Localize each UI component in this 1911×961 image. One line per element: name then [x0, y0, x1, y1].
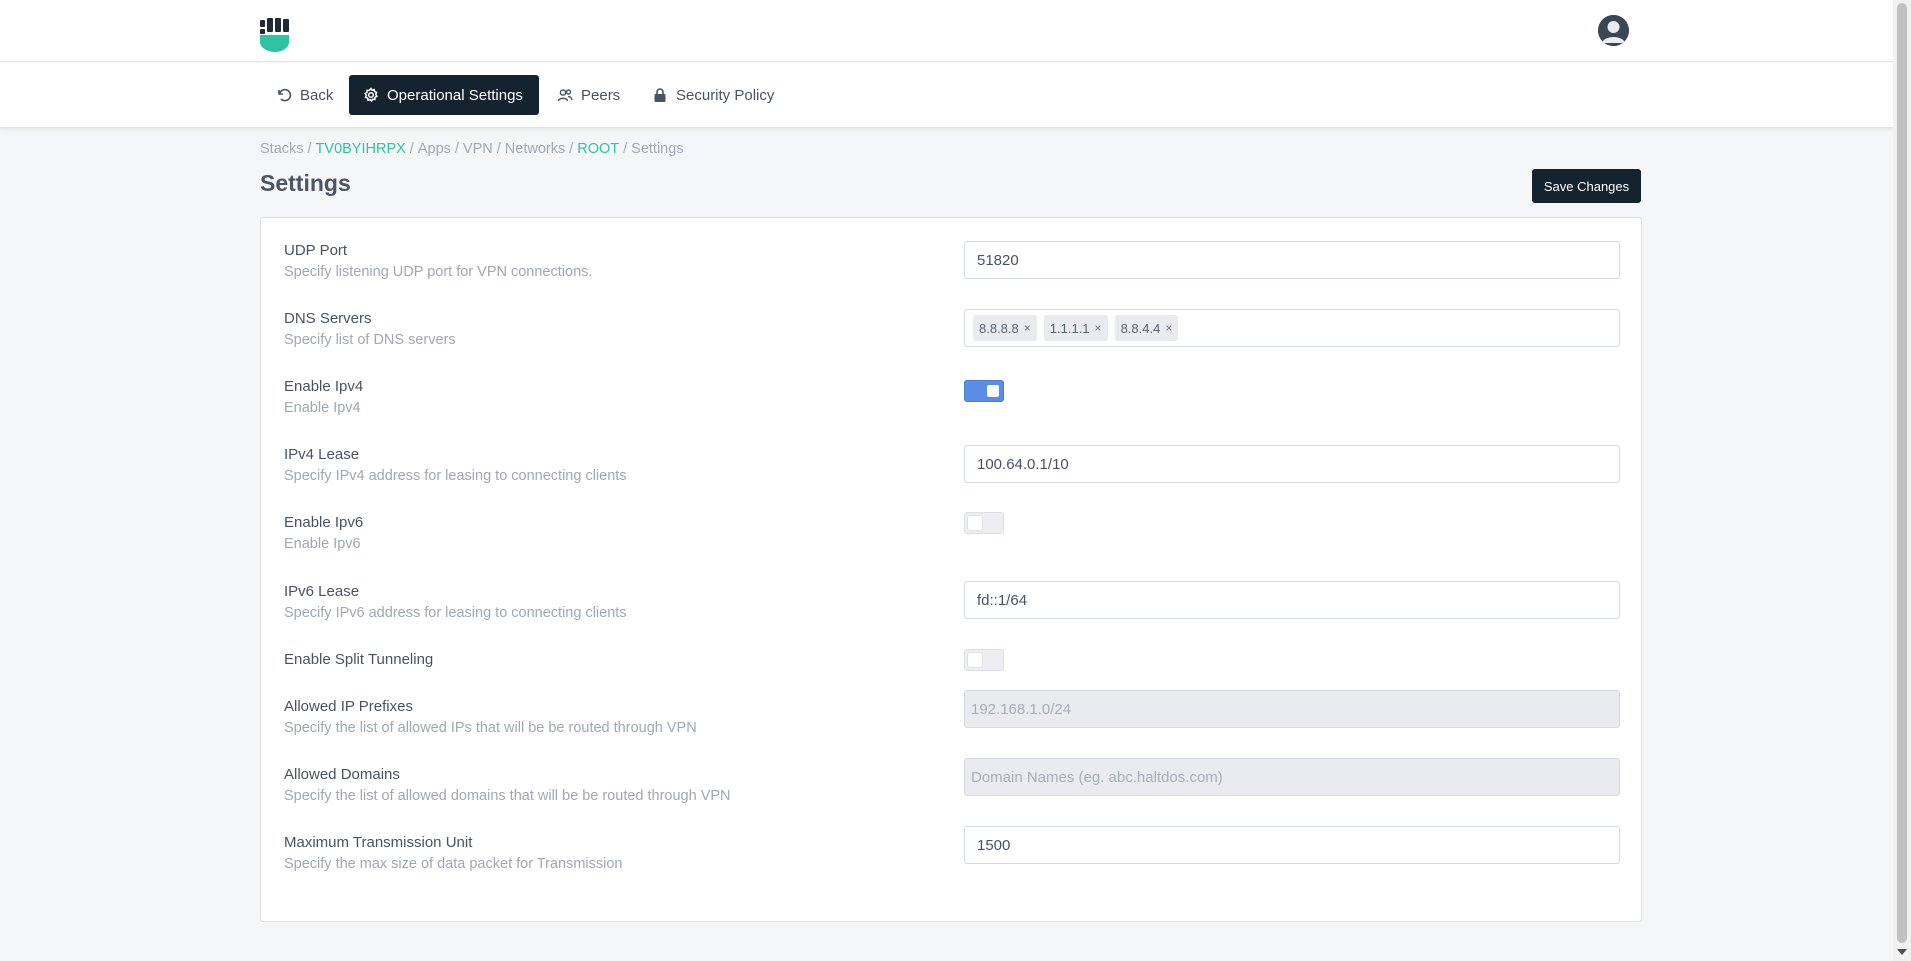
- logo-icon[interactable]: [260, 18, 290, 52]
- dns-tag: 1.1.1.1 ×: [1043, 315, 1108, 341]
- back-button[interactable]: Back: [262, 75, 347, 115]
- mtu-desc: Specify the max size of data packet for …: [284, 856, 623, 872]
- allowed-ip-prefixes-label: Allowed IP Prefixes: [284, 698, 413, 715]
- enable-ipv6-toggle[interactable]: [964, 512, 1004, 534]
- setting-enable-ipv4: Enable Ipv4 Enable Ipv4: [284, 378, 1620, 434]
- ipv6-lease-desc: Specify IPv6 address for leasing to conn…: [284, 605, 627, 621]
- ipv6-lease-input[interactable]: fd::1/64: [964, 581, 1620, 619]
- split-tunneling-toggle[interactable]: [964, 649, 1004, 671]
- enable-ipv4-toggle[interactable]: [964, 380, 1004, 402]
- scrollbar-thumb[interactable]: [1897, 3, 1907, 943]
- setting-ipv6-lease: IPv6 Lease Specify IPv6 address for leas…: [284, 581, 1620, 639]
- breadcrumb-settings: Settings: [631, 141, 684, 157]
- setting-allowed-ip-prefixes: Allowed IP Prefixes Specify the list of …: [284, 690, 1620, 754]
- remove-tag-icon[interactable]: ×: [1024, 321, 1031, 335]
- ipv6-lease-label: IPv6 Lease: [284, 583, 360, 600]
- setting-udp-port: UDP Port Specify listening UDP port for …: [284, 241, 1620, 298]
- dns-tag-value: 1.1.1.1: [1049, 320, 1090, 336]
- setting-enable-ipv6: Enable Ipv6 Enable Ipv6: [284, 512, 1620, 570]
- tab-security-policy-label: Security Policy: [676, 86, 775, 104]
- ipv4-lease-label: IPv4 Lease: [284, 446, 360, 463]
- ipv4-lease-desc: Specify IPv4 address for leasing to conn…: [284, 468, 627, 484]
- tab-operational-settings[interactable]: Operational Settings: [349, 75, 539, 115]
- mtu-label: Maximum Transmission Unit: [284, 834, 473, 851]
- udp-port-input[interactable]: 51820: [964, 241, 1620, 279]
- lock-icon: [654, 88, 666, 102]
- undo-icon: [278, 88, 292, 102]
- toggle-knob: [968, 516, 982, 530]
- top-header: [0, 0, 1893, 62]
- enable-ipv4-desc: Enable Ipv4: [284, 400, 361, 416]
- dns-servers-tag-input[interactable]: 8.8.8.8 × 1.1.1.1 × 8.8.4.4 ×: [964, 309, 1620, 347]
- enable-ipv4-label: Enable Ipv4: [284, 378, 364, 395]
- allowed-domains-desc: Specify the list of allowed domains that…: [284, 788, 731, 804]
- tab-operational-settings-label: Operational Settings: [387, 86, 523, 104]
- scroll-down-arrow-icon[interactable]: [1897, 949, 1907, 955]
- toggle-knob: [968, 653, 982, 667]
- dns-tag: 8.8.4.4 ×: [1114, 315, 1179, 341]
- setting-split-tunneling: Enable Split Tunneling: [284, 649, 1620, 681]
- breadcrumb-networks[interactable]: Networks: [505, 141, 565, 157]
- tab-peers-label: Peers: [581, 86, 621, 104]
- split-tunneling-label: Enable Split Tunneling: [284, 651, 434, 668]
- settings-card: UDP Port Specify listening UDP port for …: [260, 217, 1642, 922]
- allowed-ip-prefixes-desc: Specify the list of allowed IPs that wil…: [284, 720, 697, 736]
- ipv4-lease-input[interactable]: 100.64.0.1/10: [964, 445, 1620, 483]
- enable-ipv6-label: Enable Ipv6: [284, 514, 364, 531]
- dns-tag: 8.8.8.8 ×: [973, 315, 1037, 341]
- setting-dns-servers: DNS Servers Specify list of DNS servers …: [284, 309, 1620, 366]
- back-label: Back: [300, 86, 334, 104]
- dns-servers-desc: Specify list of DNS servers: [284, 332, 456, 348]
- user-avatar-icon: [1598, 15, 1629, 46]
- remove-tag-icon[interactable]: ×: [1095, 321, 1102, 335]
- udp-port-label: UDP Port: [284, 242, 348, 259]
- users-icon: [557, 89, 573, 102]
- allowed-ip-prefixes-input[interactable]: 192.168.1.0/24: [964, 690, 1620, 728]
- breadcrumb-stack-id[interactable]: TV0BYIHRPX: [316, 141, 406, 157]
- user-avatar[interactable]: [1598, 15, 1629, 46]
- section-nav: Back Operational Settings Peers Security…: [0, 63, 1893, 128]
- breadcrumb-vpn[interactable]: VPN: [463, 141, 493, 157]
- dns-tag-value: 8.8.8.8: [979, 320, 1019, 336]
- dns-servers-label: DNS Servers: [284, 310, 372, 327]
- breadcrumb: Stacks / TV0BYIHRPX / Apps / VPN / Networks / ROOT…: [260, 141, 684, 157]
- breadcrumb-apps[interactable]: Apps: [418, 141, 451, 157]
- setting-ipv4-lease: IPv4 Lease Specify IPv4 address for leas…: [284, 445, 1620, 502]
- page-title: Settings: [260, 170, 351, 196]
- save-changes-button[interactable]: Save Changes: [1532, 169, 1641, 203]
- allowed-domains-label: Allowed Domains: [284, 766, 400, 783]
- udp-port-desc: Specify listening UDP port for VPN conne…: [284, 264, 593, 280]
- tab-security-policy[interactable]: Security Policy: [638, 75, 788, 115]
- setting-mtu: Maximum Transmission Unit Specify the ma…: [284, 826, 1620, 890]
- mtu-input[interactable]: 1500: [964, 826, 1620, 864]
- gear-icon: [364, 87, 378, 103]
- remove-tag-icon[interactable]: ×: [1165, 321, 1172, 335]
- setting-allowed-domains: Allowed Domains Specify the list of allo…: [284, 758, 1620, 822]
- tab-peers[interactable]: Peers: [543, 75, 634, 115]
- breadcrumb-root[interactable]: ROOT: [577, 141, 619, 157]
- allowed-domains-input[interactable]: Domain Names (eg. abc.haltdos.com): [964, 758, 1620, 796]
- enable-ipv6-desc: Enable Ipv6: [284, 536, 361, 552]
- breadcrumb-stacks[interactable]: Stacks: [260, 141, 304, 157]
- toggle-knob: [987, 385, 999, 397]
- dns-tag-value: 8.8.4.4: [1120, 320, 1161, 336]
